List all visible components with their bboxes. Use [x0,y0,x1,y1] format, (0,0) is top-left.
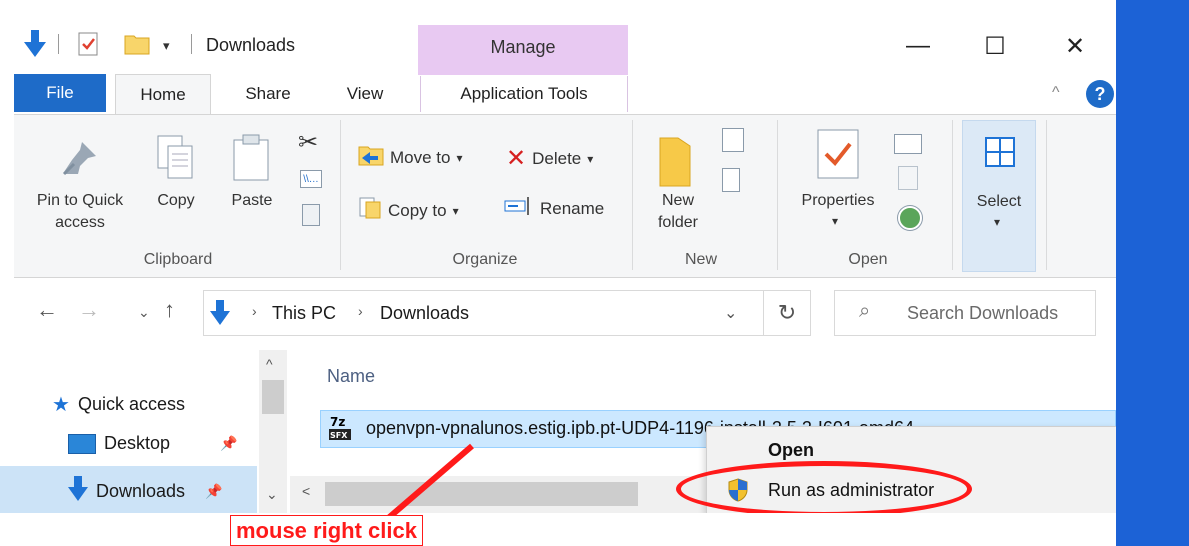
annotation-arrow-line [384,443,474,523]
annotation-label: mouse right click [230,515,423,546]
